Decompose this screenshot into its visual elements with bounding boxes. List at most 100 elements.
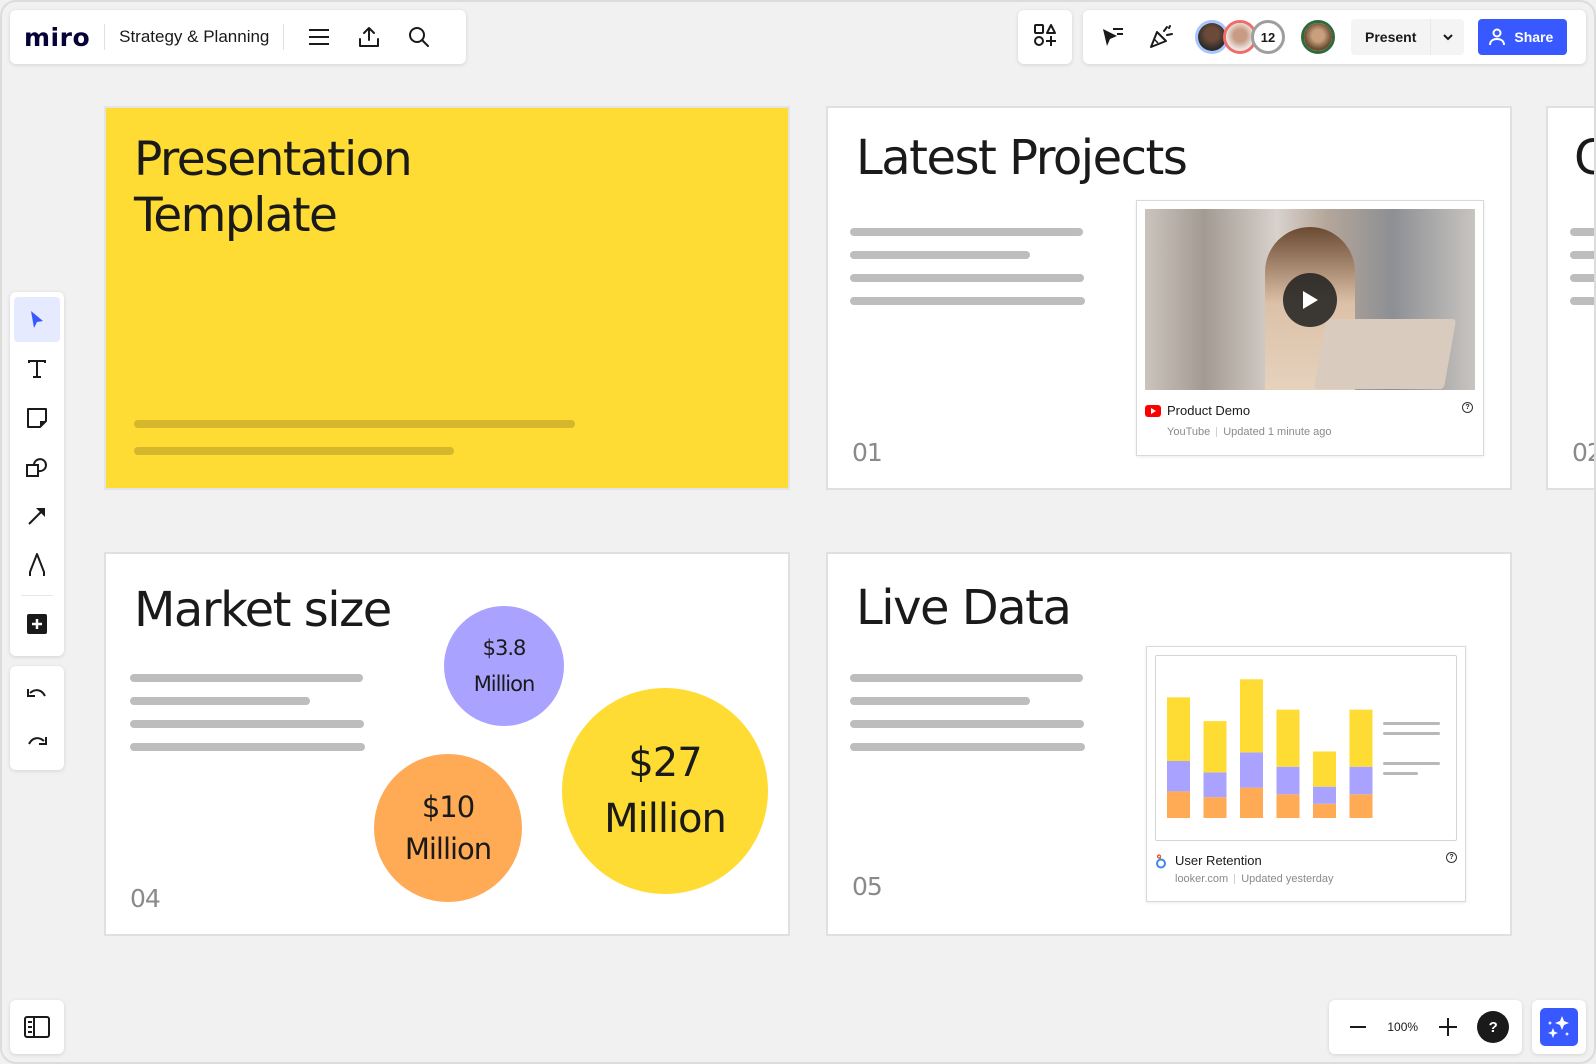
placeholder-line <box>130 674 363 682</box>
divider <box>283 24 285 50</box>
placeholder-line <box>850 297 1085 305</box>
frames-panel-button[interactable] <box>10 1000 64 1054</box>
placeholder-line <box>1570 274 1596 282</box>
embed-title: User Retention <box>1175 853 1262 868</box>
looker-embed-card[interactable]: User Retention looker.com Updated yesterd… <box>1146 646 1466 902</box>
zoom-in-button[interactable] <box>1432 1004 1464 1050</box>
miro-logo[interactable]: miro <box>24 23 90 52</box>
celebrate-icon[interactable] <box>1141 17 1181 57</box>
frame-live-data[interactable]: Live Data 05 User Retention looker.com Up… <box>826 552 1512 936</box>
arrow-icon <box>28 508 45 525</box>
apps-shapes-icon <box>1033 23 1057 52</box>
info-icon[interactable]: ? <box>1446 852 1457 863</box>
placeholder-text-lines <box>130 674 365 766</box>
bar-top-2 <box>1203 721 1227 773</box>
placeholder-line <box>130 743 365 751</box>
tool-text[interactable] <box>14 346 60 391</box>
present-options-dropdown[interactable] <box>1430 19 1464 55</box>
present-button[interactable]: Present <box>1351 19 1430 55</box>
tool-pen[interactable] <box>14 543 60 588</box>
placeholder-line <box>850 274 1084 282</box>
play-button[interactable] <box>1283 273 1337 327</box>
embed-source: YouTube <box>1167 426 1211 438</box>
bar-bottom-4 <box>1276 794 1300 818</box>
frame-number: 04 <box>130 884 161 913</box>
placeholder-text-lines <box>850 674 1085 766</box>
bar-bottom-3 <box>1240 787 1263 818</box>
embed-title: Product Demo <box>1167 403 1251 418</box>
bar-bottom-2 <box>1203 797 1227 818</box>
zoom-level[interactable]: 100% <box>1387 1020 1418 1034</box>
bar-middle-2 <box>1203 772 1227 798</box>
bubble-10-million[interactable]: $10 Million <box>374 754 522 902</box>
board-title[interactable]: Strategy & Planning <box>119 27 269 47</box>
placeholder-line <box>130 720 364 728</box>
tool-sticky-note[interactable] <box>14 395 60 440</box>
youtube-embed-card[interactable]: Product Demo YouTube Updated 1 minute ago… <box>1136 200 1484 456</box>
embed-source: looker.com <box>1175 873 1229 885</box>
present-button-group: Present <box>1351 19 1465 55</box>
embed-meta: YouTube Updated 1 minute ago <box>1167 426 1331 438</box>
share-button[interactable]: Share <box>1478 19 1568 55</box>
creation-toolbar <box>10 292 64 656</box>
upload-icon[interactable] <box>350 18 388 56</box>
placeholder-line <box>1570 297 1596 305</box>
bar-bottom-5 <box>1313 803 1336 818</box>
bar-middle-3 <box>1240 752 1263 788</box>
bubble-unit: Million <box>604 796 727 842</box>
tool-shapes[interactable] <box>14 444 60 489</box>
collaborators-overflow-count[interactable]: 12 <box>1251 20 1285 54</box>
frame-presentation-template[interactable]: Presentation Template <box>104 106 790 490</box>
apps-button[interactable] <box>1018 10 1072 64</box>
legend-placeholder-line <box>1383 722 1440 725</box>
bar-middle-4 <box>1276 766 1300 795</box>
bubble-3-8-million[interactable]: $3.8 Million <box>444 606 564 726</box>
frame-title: Market size <box>134 582 392 638</box>
play-icon <box>1303 291 1318 309</box>
frame-number: 02 <box>1572 438 1596 467</box>
bar-top-1 <box>1167 697 1190 761</box>
sparkles-icon <box>1540 1008 1578 1046</box>
tool-connector[interactable] <box>14 494 60 539</box>
ai-assistant-button[interactable] <box>1532 1000 1586 1054</box>
placeholder-line <box>850 674 1083 682</box>
collaborators[interactable]: 12 <box>1195 20 1285 54</box>
search-icon[interactable] <box>400 18 438 56</box>
bubble-value: $10 <box>421 790 475 824</box>
frame-latest-projects[interactable]: Latest Projects 01 Product Demo YouTube U… <box>826 106 1512 490</box>
collaboration-bar: 12 Present Share <box>1083 10 1586 64</box>
zoom-out-button[interactable] <box>1342 1004 1374 1050</box>
shapes-icon <box>26 458 47 477</box>
bar-bottom-1 <box>1167 791 1190 818</box>
placeholder-line <box>130 697 310 705</box>
tool-more[interactable] <box>14 602 60 647</box>
frame-market-size[interactable]: Market size 04 $3.8 Million $10 Million … <box>104 552 790 936</box>
bar-top-6 <box>1349 709 1373 767</box>
frame-title: Live Data <box>856 580 1072 636</box>
frames-panel-icon <box>24 1016 50 1038</box>
bar-middle-1 <box>1167 761 1190 792</box>
current-user-avatar[interactable] <box>1301 20 1335 54</box>
history-toolbar <box>10 666 64 770</box>
frame-title: Presentation Template <box>134 132 413 244</box>
help-button[interactable]: ? <box>1477 1011 1510 1043</box>
placeholder-line <box>1570 228 1596 236</box>
cursor-follow-icon[interactable] <box>1093 17 1133 57</box>
tool-select[interactable] <box>14 297 60 343</box>
undo-button[interactable] <box>14 672 60 718</box>
plus-icon <box>1438 1018 1457 1036</box>
frame-partial[interactable]: C 02 <box>1546 106 1596 490</box>
chart-preview[interactable] <box>1155 655 1457 841</box>
bar-top-3 <box>1240 679 1263 753</box>
plus-box-icon <box>27 614 47 635</box>
bubble-27-million[interactable]: $27 Million <box>562 688 768 894</box>
menu-icon[interactable] <box>300 18 338 56</box>
redo-button[interactable] <box>14 718 60 764</box>
info-icon[interactable]: ? <box>1462 402 1473 413</box>
zoom-controls: 100% ? <box>1329 1000 1522 1054</box>
text-icon <box>28 359 46 378</box>
video-thumbnail[interactable] <box>1145 209 1475 390</box>
placeholder-text-lines <box>1570 228 1596 320</box>
divider <box>104 24 106 50</box>
bar-middle-6 <box>1349 766 1373 795</box>
